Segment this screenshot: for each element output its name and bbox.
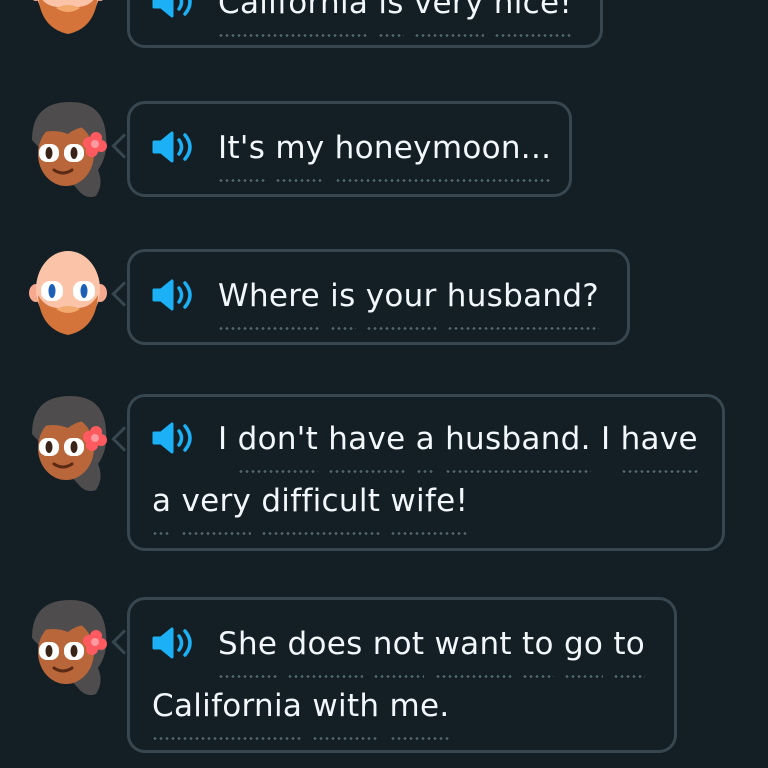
hint-word[interactable]: nice! [493, 0, 573, 37]
bubble-line: She does not want to go to [152, 624, 645, 678]
avatar-woman [26, 98, 110, 198]
hint-word: I [218, 421, 228, 457]
avatar-bald-man [26, 243, 110, 343]
hint-word[interactable]: to [613, 624, 645, 678]
hint-word[interactable]: have [620, 419, 699, 473]
hint-word[interactable]: have [328, 419, 406, 473]
hint-word[interactable]: want [434, 624, 513, 678]
hint-word[interactable]: a [415, 419, 436, 473]
hint-word: I [600, 421, 611, 457]
chat-bubble: I don't have a husband. I have a very di… [127, 394, 725, 551]
hint-word[interactable]: go [563, 624, 604, 678]
hint-word[interactable]: your [365, 276, 437, 330]
hint-word[interactable]: does [287, 624, 363, 678]
hint-word[interactable]: honeymoon... [334, 128, 552, 182]
chat-bubble: She does not want to go to California wi… [127, 597, 677, 753]
hint-word[interactable]: California [218, 0, 369, 37]
bubble-line: I don't have a husband. I have [152, 419, 699, 473]
hint-word[interactable]: my [275, 128, 325, 182]
avatar-woman [26, 392, 110, 492]
avatar-woman [26, 596, 110, 696]
hint-word[interactable]: not [372, 624, 425, 678]
bubble-line: California is very nice! [152, 0, 573, 37]
bubble-line: Where is your husband? [152, 276, 600, 330]
hint-word[interactable]: husband. [445, 419, 591, 473]
bubble-line: California with me. [152, 686, 450, 740]
hint-word[interactable]: with [312, 686, 380, 740]
bubble-line: It's my honeymoon... [152, 128, 552, 182]
hint-word[interactable]: California [152, 686, 303, 740]
hint-word[interactable]: Where [218, 276, 321, 330]
hint-word[interactable]: wife! [390, 481, 469, 535]
bubble-line: a very difficult wife! [152, 481, 469, 535]
avatar-bald-man [26, 0, 110, 42]
hint-word[interactable]: is [378, 0, 405, 37]
hint-word[interactable]: is [330, 276, 356, 330]
speaker-icon[interactable] [152, 130, 198, 164]
speaker-icon[interactable] [152, 626, 198, 660]
hint-word[interactable]: difficult [261, 481, 381, 535]
speaker-icon[interactable] [152, 421, 198, 455]
hint-word[interactable]: very [181, 481, 251, 535]
chat-bubble: It's my honeymoon... [127, 101, 572, 197]
hint-word[interactable]: husband? [446, 276, 600, 330]
hint-word[interactable]: don't [237, 419, 319, 473]
chat-bubble: California is very nice! [127, 0, 603, 48]
speaker-icon[interactable] [152, 278, 198, 312]
hint-word[interactable]: to [522, 624, 554, 678]
hint-word[interactable]: a [152, 481, 172, 535]
hint-word[interactable]: It's [218, 128, 266, 182]
chat-bubble: Where is your husband? [127, 249, 630, 345]
hint-word[interactable]: me. [389, 686, 450, 740]
hint-word[interactable]: She [218, 624, 278, 678]
hint-word[interactable]: very [413, 0, 484, 37]
speaker-icon[interactable] [152, 0, 198, 19]
